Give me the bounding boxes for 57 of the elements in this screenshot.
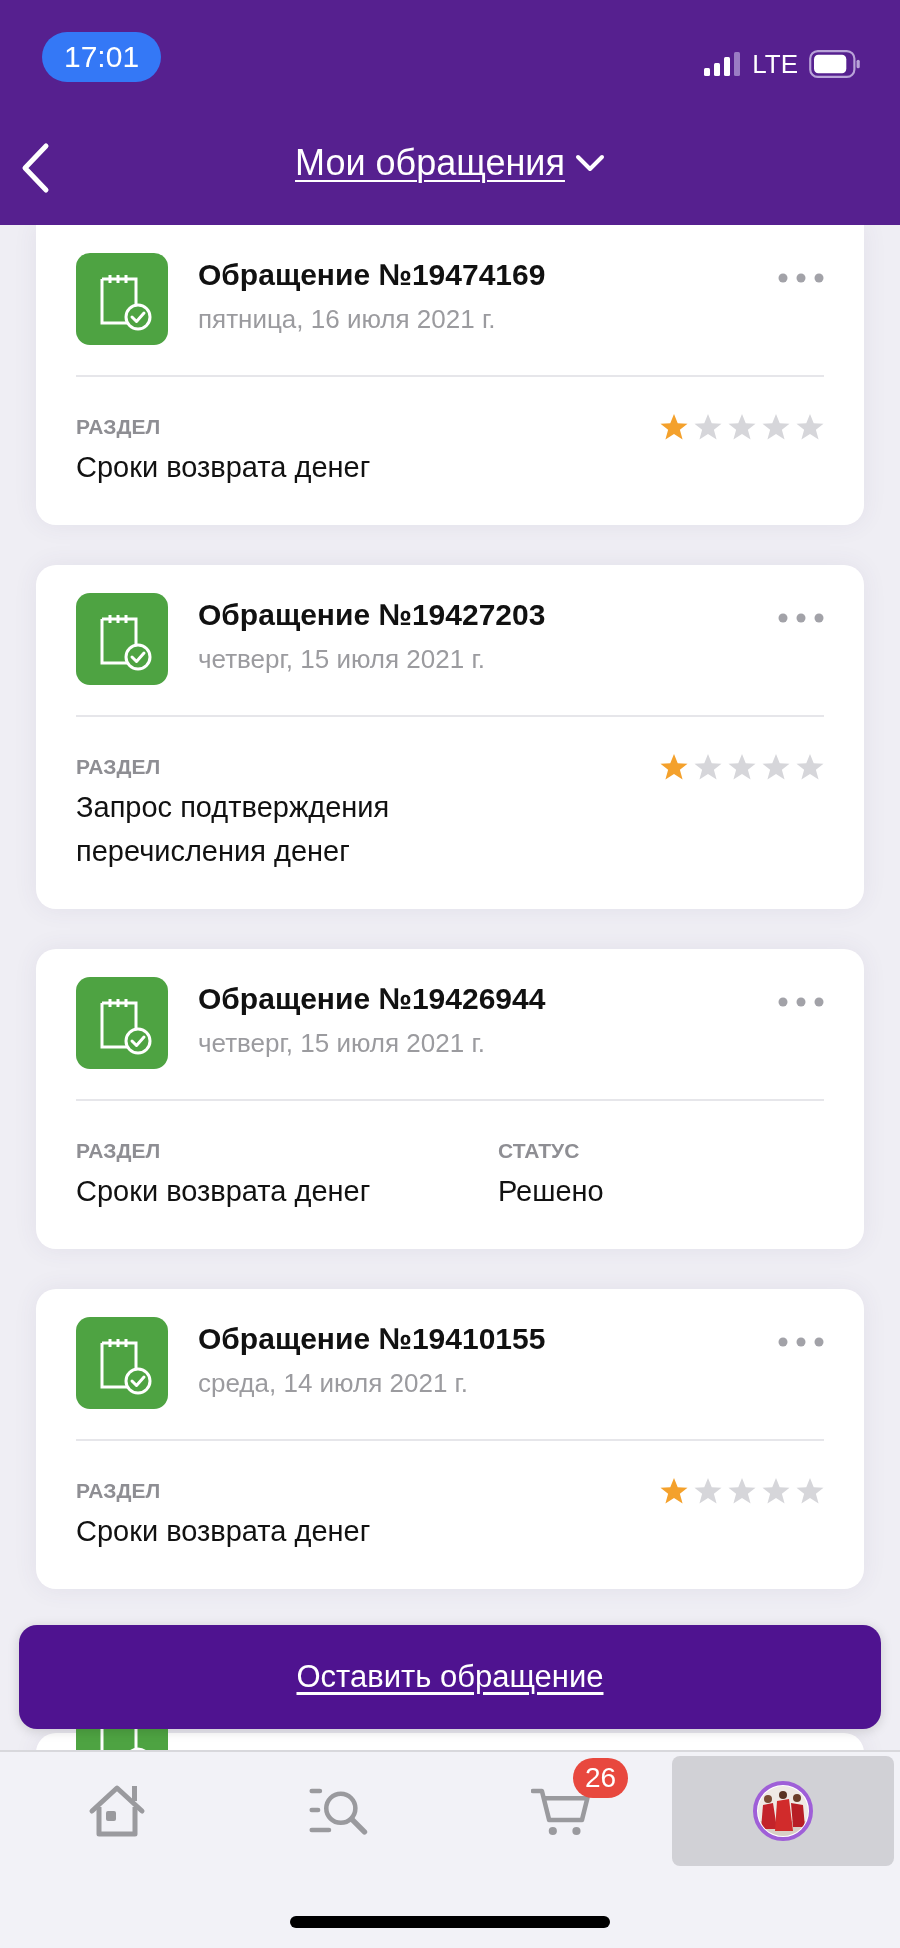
title-dropdown[interactable]: Мои обращения — [295, 141, 605, 184]
star-icon — [694, 413, 722, 441]
ticket-title: Обращение №19427203 — [198, 597, 547, 633]
ticket-title: Обращение №19426944 — [198, 981, 547, 1017]
battery-icon — [808, 50, 862, 78]
back-icon[interactable] — [20, 142, 50, 194]
star-icon — [762, 753, 790, 781]
field-label: РАЗДЕЛ — [76, 414, 162, 440]
clock-time: 17:01 — [42, 32, 162, 82]
field-value: Запрос подтверждения перечисления денег — [76, 790, 391, 869]
field-value: Сроки возврата денег — [76, 1514, 372, 1549]
ticket-card[interactable]: Обращение №19427203 четверг, 15 июля 2021 г. РАЗДЕЛ Запрос подтверждения перечисления денег — [36, 565, 864, 909]
tab-item[interactable]: 26 — [450, 1756, 672, 1866]
ticket-title: Обращение №19474169 — [198, 257, 547, 293]
more-icon[interactable] — [778, 613, 824, 623]
ticket-title: Обращение №19410155 — [198, 1321, 547, 1357]
ticket-card[interactable]: Обращение №19426944 четверг, 15 июля 2021 г. РАЗДЕЛ Сроки возврата денег СТАТУС Решено — [36, 949, 864, 1249]
field-label: РАЗДЕЛ — [76, 1478, 162, 1504]
ticket-date: пятница, 16 июля 2021 г. — [198, 303, 497, 336]
more-icon[interactable] — [778, 997, 824, 1007]
notepad-check-icon — [76, 1317, 168, 1409]
star-icon — [728, 413, 756, 441]
star-icon — [694, 753, 722, 781]
more-icon[interactable] — [778, 1337, 824, 1347]
notepad-check-icon — [76, 253, 168, 345]
notepad-check-icon — [76, 593, 168, 685]
star-icon — [796, 413, 824, 441]
chevron-down-icon — [574, 152, 605, 173]
ticket-date: четверг, 15 июля 2021 г. — [198, 643, 486, 676]
star-icon — [660, 1477, 688, 1505]
ticket-date: среда, 14 июля 2021 г. — [198, 1367, 470, 1400]
notepad-check-icon — [76, 977, 168, 1069]
submit-request-button[interactable]: Оставить обращение — [19, 1625, 881, 1729]
star-icon — [796, 753, 824, 781]
field-label: СТАТУС — [498, 1138, 581, 1164]
star-icon — [728, 753, 756, 781]
star-icon — [728, 1477, 756, 1505]
network-label: LTE — [752, 50, 798, 78]
signal-icon — [702, 52, 743, 76]
tab-item[interactable] — [672, 1756, 894, 1866]
star-icon — [762, 413, 790, 441]
more-icon[interactable] — [778, 273, 824, 283]
field-label: РАЗДЕЛ — [76, 754, 162, 780]
star-icon — [762, 1477, 790, 1505]
count-badge: 26 — [573, 1758, 629, 1798]
star-icon — [694, 1477, 722, 1505]
star-icon — [660, 413, 688, 441]
field-value: Сроки возврата денег — [76, 450, 372, 485]
field-value: Решено — [498, 1174, 605, 1209]
field-value: Сроки возврата денег — [76, 1174, 372, 1209]
field-label: РАЗДЕЛ — [76, 1138, 162, 1164]
star-icon — [796, 1477, 824, 1505]
ticket-date: четверг, 15 июля 2021 г. — [198, 1027, 486, 1060]
ticket-card[interactable]: Обращение №19410155 среда, 14 июля 2021 г. РАЗДЕЛ Сроки возврата денег — [36, 1289, 864, 1589]
ticket-card[interactable]: Обращение №19474169 пятница, 16 июля 2021 г. РАЗДЕЛ Сроки возврата денег — [36, 225, 864, 525]
star-icon — [660, 753, 688, 781]
home-icon — [87, 1783, 147, 1839]
